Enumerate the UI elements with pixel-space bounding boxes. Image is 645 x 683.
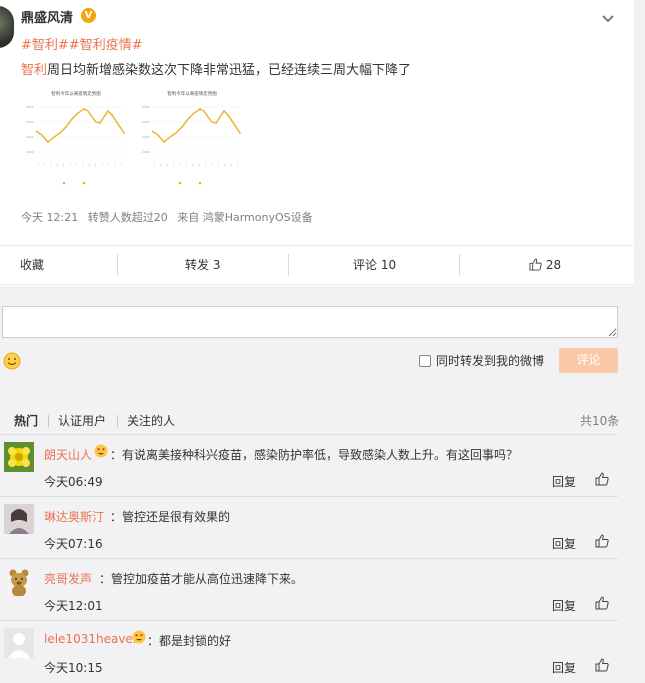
comment-filter-tabs: 热门 认证用户 关注的人 共10条 (0, 406, 634, 434)
comment-section: 同时转发到我的微博 评论 热门 认证用户 关注的人 共10条 朗天山人 ：有说离… (0, 286, 634, 683)
thumbs-up-icon[interactable] (595, 596, 609, 610)
post-source: 来自 鸿蒙HarmonyOS设备 (177, 211, 313, 224)
divider (117, 254, 118, 276)
svg-text:6000: 6000 (26, 120, 34, 124)
hashtags: #智利##智利疫情# (21, 34, 143, 53)
comment-item: 朗天山人 ：有说离美接种科兴疫苗，感染防护率低，导致感染人数上升。有这回事吗？ … (0, 434, 618, 496)
thumbs-up-icon[interactable] (595, 658, 609, 672)
comment-total: 共10条 (580, 414, 620, 428)
commenter-avatar[interactable] (4, 566, 34, 596)
svg-text:4000: 4000 (26, 135, 34, 139)
commenter-name[interactable]: 琳达奥斯汀 (44, 508, 104, 525)
svg-text:2000: 2000 (26, 150, 34, 154)
commenter-avatar[interactable] (4, 442, 34, 472)
emoji-icon[interactable] (3, 352, 21, 370)
thumbs-up-icon[interactable] (595, 534, 609, 548)
commenter-avatar[interactable] (4, 504, 34, 534)
divider (48, 415, 49, 427)
post: 鼎盛风清 V #智利##智利疫情# 智利周日均新增感染数这次下降非常迅猛，已经连… (0, 0, 634, 245)
comment-input[interactable] (2, 306, 618, 338)
thumbnail-chart-2: 智利今年以来疫情走势图 8000 6000 4000 2000 (140, 87, 244, 193)
chevron-down-icon[interactable] (600, 10, 616, 26)
post-time[interactable]: 今天 12:21 (21, 211, 78, 224)
hashtag-chile[interactable]: #智利# (21, 38, 69, 53)
divider (459, 254, 460, 276)
author-name[interactable]: 鼎盛风清 (21, 7, 73, 26)
submit-comment-button[interactable]: 评论 (559, 348, 618, 373)
reply-button[interactable]: 回复 (552, 535, 576, 552)
comment-item: 琳达奥斯汀 ：管控还是很有效果的 今天07:16 回复 (0, 496, 618, 558)
heart-eyes-emoji-icon (132, 630, 146, 644)
svg-text:4000: 4000 (142, 135, 150, 139)
thumbnail-title: 智利今年以来疫情走势图 (51, 90, 101, 97)
image-thumbnail-1[interactable]: 智利今年以来疫情走势图 8000 6000 4000 2000 (24, 87, 128, 193)
comment-time[interactable]: 今天12:01 (44, 597, 103, 614)
repost-checkbox-label[interactable]: 同时转发到我的微博 (436, 352, 544, 369)
commenter-name[interactable]: lele1031heaven (44, 632, 140, 646)
divider (117, 415, 118, 427)
reply-button[interactable]: 回复 (552, 659, 576, 676)
like-count: 28 (545, 258, 562, 272)
post-repost-count: 转赞人数超过20 (87, 211, 168, 224)
reply-button[interactable]: 回复 (552, 597, 576, 614)
svg-text:8000: 8000 (142, 105, 150, 109)
post-meta: 今天 12:21 转赞人数超过20 来自 鸿蒙HarmonyOS设备 (21, 209, 319, 225)
comment-text: ：管控还是很有效果的 (110, 510, 231, 524)
commenter-name[interactable]: 亮哥发声 (44, 570, 92, 587)
verified-badge-icon: V (81, 8, 96, 23)
thumbnail-title: 智利今年以来疫情走势图 (167, 90, 217, 97)
hashtag-chile-epidemic[interactable]: #智利疫情# (69, 38, 143, 53)
repost-checkbox[interactable] (419, 355, 431, 367)
like-button[interactable]: 28 (529, 246, 561, 284)
comment-item: lele1031heaven ：都是封锁的好 今天10:15 回复 (0, 620, 618, 682)
weibo-card: 鼎盛风清 V #智利##智利疫情# 智利周日均新增感染数这次下降非常迅猛，已经连… (0, 0, 634, 683)
divider (288, 254, 289, 276)
svg-text:2000: 2000 (142, 150, 150, 154)
comment-time[interactable]: 今天06:49 (44, 473, 103, 490)
favorite-button[interactable]: 收藏 (20, 246, 44, 284)
action-bar: 收藏 转发 3 评论 10 28 (0, 245, 634, 285)
thumbnail-chart-1: 智利今年以来疫情走势图 8000 6000 4000 2000 (24, 87, 128, 193)
comment-item: 亮哥发声 ：管控加疫苗才能从高位迅速降下来。 今天12:01 回复 (0, 558, 618, 620)
comment-button[interactable]: 评论 10 (353, 246, 396, 284)
repost-button[interactable]: 转发 3 (185, 246, 220, 284)
svg-text:6000: 6000 (142, 120, 150, 124)
tab-following[interactable]: 关注的人 (127, 412, 175, 429)
comment-text: ：都是封锁的好 (147, 634, 232, 648)
mention-link[interactable]: 智利 (21, 63, 47, 78)
commenter-name[interactable]: 朗天山人 (44, 446, 92, 463)
post-text: 智利周日均新增感染数这次下降非常迅猛，已经连续三周大幅下降了 (21, 59, 411, 78)
post-body: 周日均新增感染数这次下降非常迅猛，已经连续三周大幅下降了 (47, 63, 412, 78)
tab-verified-users[interactable]: 认证用户 (58, 412, 106, 429)
reply-button[interactable]: 回复 (552, 473, 576, 490)
default-avatar-icon[interactable] (4, 628, 34, 658)
image-thumbnail-2[interactable]: 智利今年以来疫情走势图 8000 6000 4000 2000 (140, 87, 244, 193)
comment-time[interactable]: 今天10:15 (44, 659, 103, 676)
comment-time[interactable]: 今天07:16 (44, 535, 103, 552)
thumbs-up-icon[interactable] (595, 472, 609, 486)
comment-text: ：有说离美接种科兴疫苗，感染防护率低，导致感染人数上升。有这回事吗？ (110, 448, 519, 462)
svg-text:8000: 8000 (26, 105, 34, 109)
author-avatar[interactable] (0, 6, 14, 48)
comment-text: ：管控加疫苗才能从高位迅速降下来。 (99, 572, 304, 586)
thumbs-up-icon (529, 258, 542, 271)
heart-eyes-emoji-icon (94, 444, 108, 458)
tab-hot[interactable]: 热门 (14, 412, 38, 429)
